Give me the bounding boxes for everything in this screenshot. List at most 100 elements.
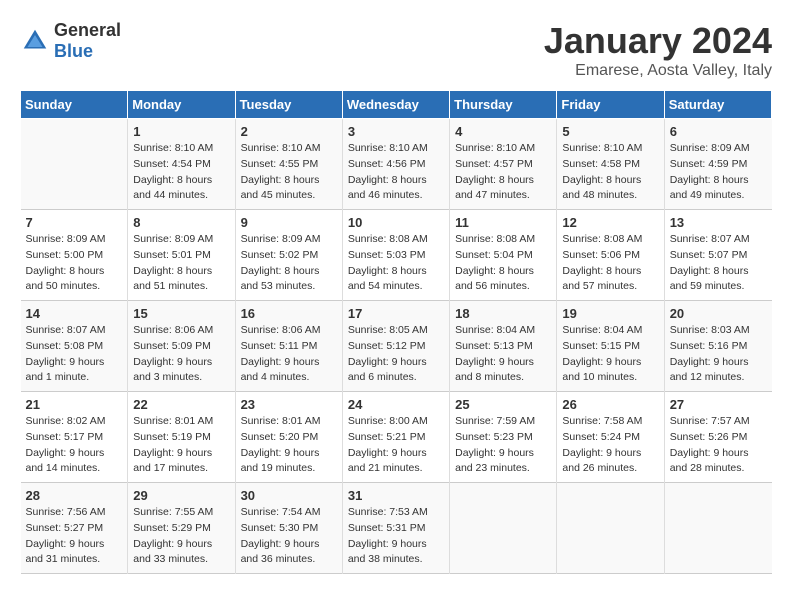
day-info: Sunrise: 7:57 AMSunset: 5:26 PMDaylight:…	[670, 414, 767, 477]
day-info: Sunrise: 8:09 AMSunset: 5:02 PMDaylight:…	[241, 232, 337, 295]
day-info: Sunrise: 8:08 AMSunset: 5:04 PMDaylight:…	[455, 232, 551, 295]
day-number: 6	[670, 124, 767, 139]
day-number: 11	[455, 215, 551, 230]
day-info: Sunrise: 8:10 AMSunset: 4:54 PMDaylight:…	[133, 141, 229, 204]
weekday-header-monday: Monday	[128, 91, 235, 119]
weekday-header-thursday: Thursday	[450, 91, 557, 119]
calendar-cell-week3-day7: 20Sunrise: 8:03 AMSunset: 5:16 PMDayligh…	[664, 301, 771, 392]
day-info: Sunrise: 7:54 AMSunset: 5:30 PMDaylight:…	[241, 505, 337, 568]
week-row-1: 1 Sunrise: 8:10 AMSunset: 4:54 PMDaylight…	[21, 119, 772, 210]
calendar-cell-week1-day7: 6 Sunrise: 8:09 AMSunset: 4:59 PMDaylight…	[664, 119, 771, 210]
logo: General Blue	[20, 20, 121, 62]
weekday-header-sunday: Sunday	[21, 91, 128, 119]
calendar-cell-week1-day2: 1 Sunrise: 8:10 AMSunset: 4:54 PMDaylight…	[128, 119, 235, 210]
day-number: 15	[133, 306, 229, 321]
week-row-5: 28Sunrise: 7:56 AMSunset: 5:27 PMDayligh…	[21, 483, 772, 574]
calendar-cell-week5-day3: 30 Sunrise: 7:54 AMSunset: 5:30 PMDayligh…	[235, 483, 342, 574]
day-number: 22	[133, 397, 229, 412]
calendar-cell-week4-day4: 24 Sunrise: 8:00 AMSunset: 5:21 PMDayligh…	[342, 392, 449, 483]
day-info: Sunrise: 8:09 AMSunset: 4:59 PMDaylight:…	[670, 141, 767, 204]
logo-text-blue: Blue	[54, 41, 93, 61]
day-number: 13	[670, 215, 767, 230]
calendar-cell-week1-day3: 2Sunrise: 8:10 AMSunset: 4:55 PMDaylight…	[235, 119, 342, 210]
day-number: 21	[26, 397, 123, 412]
day-info: Sunrise: 7:59 AMSunset: 5:23 PMDaylight:…	[455, 414, 551, 477]
calendar-cell-week4-day3: 23 Sunrise: 8:01 AMSunset: 5:20 PMDayligh…	[235, 392, 342, 483]
day-number: 27	[670, 397, 767, 412]
calendar-cell-week4-day6: 26Sunrise: 7:58 AMSunset: 5:24 PMDayligh…	[557, 392, 664, 483]
day-number: 16	[241, 306, 337, 321]
calendar-cell-week1-day5: 4 Sunrise: 8:10 AMSunset: 4:57 PMDaylight…	[450, 119, 557, 210]
week-row-2: 7 Sunrise: 8:09 AMSunset: 5:00 PMDaylight…	[21, 210, 772, 301]
logo-icon	[20, 26, 50, 56]
day-number: 28	[26, 488, 123, 503]
day-number: 18	[455, 306, 551, 321]
day-number: 24	[348, 397, 444, 412]
calendar-cell-week4-day1: 21 Sunrise: 8:02 AMSunset: 5:17 PMDayligh…	[21, 392, 128, 483]
day-info: Sunrise: 8:03 AMSunset: 5:16 PMDaylight:…	[670, 323, 767, 386]
calendar-cell-week2-day7: 13 Sunrise: 8:07 AMSunset: 5:07 PMDayligh…	[664, 210, 771, 301]
calendar-cell-week2-day5: 11 Sunrise: 8:08 AMSunset: 5:04 PMDayligh…	[450, 210, 557, 301]
calendar-cell-week5-day2: 29Sunrise: 7:55 AMSunset: 5:29 PMDayligh…	[128, 483, 235, 574]
calendar-cell-week4-day5: 25Sunrise: 7:59 AMSunset: 5:23 PMDayligh…	[450, 392, 557, 483]
day-info: Sunrise: 8:06 AMSunset: 5:09 PMDaylight:…	[133, 323, 229, 386]
day-info: Sunrise: 8:08 AMSunset: 5:06 PMDaylight:…	[562, 232, 658, 295]
day-number: 5	[562, 124, 658, 139]
day-number: 7	[26, 215, 123, 230]
day-number: 17	[348, 306, 444, 321]
calendar-cell-week3-day5: 18 Sunrise: 8:04 AMSunset: 5:13 PMDayligh…	[450, 301, 557, 392]
day-number: 9	[241, 215, 337, 230]
day-info: Sunrise: 8:08 AMSunset: 5:03 PMDaylight:…	[348, 232, 444, 295]
day-info: Sunrise: 7:53 AMSunset: 5:31 PMDaylight:…	[348, 505, 444, 568]
day-number: 2	[241, 124, 337, 139]
title-block: January 2024 Emarese, Aosta Valley, Ital…	[544, 20, 772, 80]
day-number: 12	[562, 215, 658, 230]
day-info: Sunrise: 8:10 AMSunset: 4:56 PMDaylight:…	[348, 141, 444, 204]
calendar-table: SundayMondayTuesdayWednesdayThursdayFrid…	[20, 90, 772, 574]
calendar-cell-week1-day6: 5 Sunrise: 8:10 AMSunset: 4:58 PMDaylight…	[557, 119, 664, 210]
day-info: Sunrise: 7:58 AMSunset: 5:24 PMDaylight:…	[562, 414, 658, 477]
calendar-cell-week2-day1: 7 Sunrise: 8:09 AMSunset: 5:00 PMDaylight…	[21, 210, 128, 301]
calendar-cell-week1-day1	[21, 119, 128, 210]
month-title: January 2024	[544, 20, 772, 62]
day-info: Sunrise: 8:02 AMSunset: 5:17 PMDaylight:…	[26, 414, 123, 477]
calendar-cell-week1-day4: 3 Sunrise: 8:10 AMSunset: 4:56 PMDaylight…	[342, 119, 449, 210]
calendar-cell-week4-day2: 22Sunrise: 8:01 AMSunset: 5:19 PMDayligh…	[128, 392, 235, 483]
day-number: 4	[455, 124, 551, 139]
location-title: Emarese, Aosta Valley, Italy	[544, 62, 772, 80]
day-info: Sunrise: 8:04 AMSunset: 5:15 PMDaylight:…	[562, 323, 658, 386]
weekday-header-tuesday: Tuesday	[235, 91, 342, 119]
calendar-cell-week5-day7	[664, 483, 771, 574]
day-info: Sunrise: 8:09 AMSunset: 5:01 PMDaylight:…	[133, 232, 229, 295]
calendar-cell-week2-day6: 12 Sunrise: 8:08 AMSunset: 5:06 PMDayligh…	[557, 210, 664, 301]
calendar-cell-week4-day7: 27 Sunrise: 7:57 AMSunset: 5:26 PMDayligh…	[664, 392, 771, 483]
calendar-cell-week3-day4: 17Sunrise: 8:05 AMSunset: 5:12 PMDayligh…	[342, 301, 449, 392]
day-info: Sunrise: 8:10 AMSunset: 4:57 PMDaylight:…	[455, 141, 551, 204]
calendar-cell-week2-day4: 10 Sunrise: 8:08 AMSunset: 5:03 PMDayligh…	[342, 210, 449, 301]
calendar-cell-week5-day1: 28Sunrise: 7:56 AMSunset: 5:27 PMDayligh…	[21, 483, 128, 574]
day-number: 23	[241, 397, 337, 412]
day-number: 31	[348, 488, 444, 503]
day-info: Sunrise: 8:01 AMSunset: 5:20 PMDaylight:…	[241, 414, 337, 477]
weekday-header-friday: Friday	[557, 91, 664, 119]
day-info: Sunrise: 8:07 AMSunset: 5:07 PMDaylight:…	[670, 232, 767, 295]
weekday-header-row: SundayMondayTuesdayWednesdayThursdayFrid…	[21, 91, 772, 119]
weekday-header-wednesday: Wednesday	[342, 91, 449, 119]
day-number: 10	[348, 215, 444, 230]
day-number: 3	[348, 124, 444, 139]
calendar-cell-week2-day2: 8Sunrise: 8:09 AMSunset: 5:01 PMDaylight…	[128, 210, 235, 301]
page-header: General Blue January 2024 Emarese, Aosta…	[20, 20, 772, 80]
weekday-header-saturday: Saturday	[664, 91, 771, 119]
calendar-cell-week2-day3: 9 Sunrise: 8:09 AMSunset: 5:02 PMDaylight…	[235, 210, 342, 301]
day-info: Sunrise: 8:06 AMSunset: 5:11 PMDaylight:…	[241, 323, 337, 386]
day-info: Sunrise: 8:10 AMSunset: 4:58 PMDaylight:…	[562, 141, 658, 204]
day-info: Sunrise: 8:09 AMSunset: 5:00 PMDaylight:…	[26, 232, 123, 295]
day-info: Sunrise: 8:04 AMSunset: 5:13 PMDaylight:…	[455, 323, 551, 386]
calendar-cell-week3-day6: 19Sunrise: 8:04 AMSunset: 5:15 PMDayligh…	[557, 301, 664, 392]
calendar-cell-week5-day4: 31 Sunrise: 7:53 AMSunset: 5:31 PMDayligh…	[342, 483, 449, 574]
day-info: Sunrise: 8:00 AMSunset: 5:21 PMDaylight:…	[348, 414, 444, 477]
day-number: 30	[241, 488, 337, 503]
calendar-cell-week5-day6	[557, 483, 664, 574]
calendar-cell-week5-day5	[450, 483, 557, 574]
day-number: 1	[133, 124, 229, 139]
